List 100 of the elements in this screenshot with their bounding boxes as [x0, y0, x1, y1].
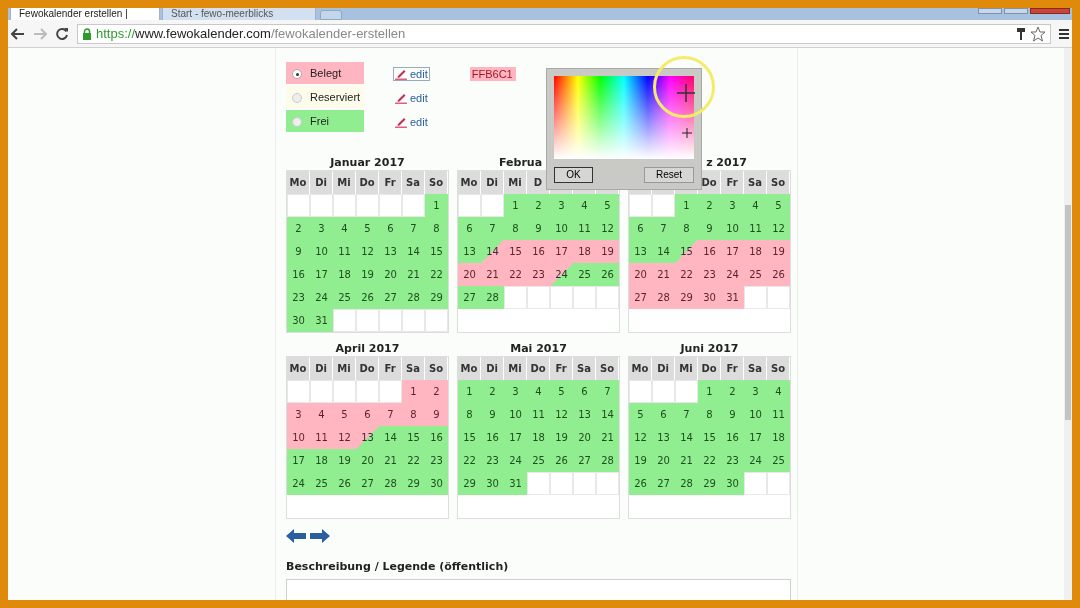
day-cell[interactable]: 15: [458, 426, 481, 449]
day-cell[interactable]: 19: [629, 449, 652, 472]
day-cell[interactable]: 22: [675, 263, 698, 286]
radio-button[interactable]: [292, 69, 302, 79]
day-cell[interactable]: 12: [629, 426, 652, 449]
day-cell[interactable]: 15: [504, 240, 527, 263]
day-cell[interactable]: 16: [287, 263, 310, 286]
day-cell[interactable]: 19: [333, 449, 356, 472]
day-cell[interactable]: 26: [629, 472, 652, 495]
day-cell[interactable]: 7: [596, 380, 619, 403]
day-cell[interactable]: 19: [356, 263, 379, 286]
day-cell[interactable]: 8: [675, 217, 698, 240]
day-cell[interactable]: 26: [333, 472, 356, 495]
day-cell[interactable]: 17: [721, 240, 744, 263]
day-cell[interactable]: 23: [698, 263, 721, 286]
day-cell[interactable]: 11: [333, 240, 356, 263]
color-spectrum[interactable]: [554, 76, 694, 159]
day-cell[interactable]: 12: [596, 217, 619, 240]
day-cell[interactable]: 15: [402, 426, 425, 449]
day-cell[interactable]: 13: [458, 240, 481, 263]
radio-button[interactable]: [292, 117, 302, 127]
day-cell[interactable]: 2: [527, 194, 550, 217]
day-cell[interactable]: 16: [527, 240, 550, 263]
day-cell[interactable]: 11: [310, 426, 333, 449]
day-cell[interactable]: 21: [402, 263, 425, 286]
day-cell[interactable]: 9: [721, 403, 744, 426]
day-cell[interactable]: 26: [767, 263, 790, 286]
day-cell[interactable]: 16: [721, 426, 744, 449]
day-cell[interactable]: 6: [573, 380, 596, 403]
day-cell[interactable]: 27: [652, 472, 675, 495]
day-cell[interactable]: 19: [767, 240, 790, 263]
day-cell[interactable]: 9: [481, 403, 504, 426]
day-cell[interactable]: 10: [287, 426, 310, 449]
day-cell[interactable]: 1: [425, 194, 448, 217]
day-cell[interactable]: 14: [675, 426, 698, 449]
day-cell[interactable]: 10: [721, 217, 744, 240]
day-cell[interactable]: 28: [652, 286, 675, 309]
key-icon[interactable]: [1016, 26, 1026, 41]
day-cell[interactable]: 13: [356, 426, 379, 449]
day-cell[interactable]: 25: [767, 449, 790, 472]
day-cell[interactable]: 15: [698, 426, 721, 449]
day-cell[interactable]: 10: [310, 240, 333, 263]
hex-value-field[interactable]: FFB6C1: [469, 67, 516, 81]
browser-tab[interactable]: Fewokalender erstellen |: [10, 8, 160, 20]
day-cell[interactable]: 15: [675, 240, 698, 263]
menu-icon[interactable]: [1059, 27, 1069, 40]
day-cell[interactable]: 3: [287, 403, 310, 426]
day-cell[interactable]: 22: [425, 263, 448, 286]
legend-item[interactable]: Reserviert: [286, 86, 364, 108]
day-cell[interactable]: 31: [310, 309, 333, 332]
radio-button[interactable]: [292, 93, 302, 103]
day-cell[interactable]: 9: [287, 240, 310, 263]
scrollbar-thumb[interactable]: [1065, 205, 1071, 420]
day-cell[interactable]: 20: [458, 263, 481, 286]
day-cell[interactable]: 28: [481, 286, 504, 309]
day-cell[interactable]: 2: [287, 217, 310, 240]
day-cell[interactable]: 25: [527, 449, 550, 472]
day-cell[interactable]: 30: [721, 472, 744, 495]
day-cell[interactable]: 25: [310, 472, 333, 495]
day-cell[interactable]: 6: [356, 403, 379, 426]
day-cell[interactable]: 27: [629, 286, 652, 309]
day-cell[interactable]: 17: [550, 240, 573, 263]
day-cell[interactable]: 7: [675, 403, 698, 426]
day-cell[interactable]: 8: [402, 403, 425, 426]
previous-arrow-icon[interactable]: [286, 529, 306, 543]
day-cell[interactable]: 16: [481, 426, 504, 449]
day-cell[interactable]: 9: [698, 217, 721, 240]
day-cell[interactable]: 14: [402, 240, 425, 263]
day-cell[interactable]: 25: [573, 263, 596, 286]
day-cell[interactable]: 10: [504, 403, 527, 426]
day-cell[interactable]: 7: [481, 217, 504, 240]
day-cell[interactable]: 15: [425, 240, 448, 263]
day-cell[interactable]: 22: [504, 263, 527, 286]
day-cell[interactable]: 7: [379, 403, 402, 426]
day-cell[interactable]: 23: [527, 263, 550, 286]
day-cell[interactable]: 28: [402, 286, 425, 309]
day-cell[interactable]: 24: [287, 472, 310, 495]
day-cell[interactable]: 30: [425, 472, 448, 495]
day-cell[interactable]: 20: [629, 263, 652, 286]
day-cell[interactable]: 29: [402, 472, 425, 495]
day-cell[interactable]: 16: [698, 240, 721, 263]
day-cell[interactable]: 19: [596, 240, 619, 263]
day-cell[interactable]: 7: [652, 217, 675, 240]
day-cell[interactable]: 3: [504, 380, 527, 403]
day-cell[interactable]: 17: [310, 263, 333, 286]
day-cell[interactable]: 1: [402, 380, 425, 403]
day-cell[interactable]: 18: [310, 449, 333, 472]
browser-tab[interactable]: Start - fewo-meerblicks: [162, 8, 316, 20]
day-cell[interactable]: 14: [481, 240, 504, 263]
day-cell[interactable]: 29: [425, 286, 448, 309]
day-cell[interactable]: 2: [721, 380, 744, 403]
legend-item[interactable]: Frei: [286, 110, 364, 132]
reset-button[interactable]: Reset: [644, 167, 694, 183]
day-cell[interactable]: 21: [675, 449, 698, 472]
day-cell[interactable]: 30: [698, 286, 721, 309]
day-cell[interactable]: 2: [698, 194, 721, 217]
day-cell[interactable]: 17: [504, 426, 527, 449]
edit-link[interactable]: edit: [393, 115, 430, 129]
day-cell[interactable]: 20: [573, 426, 596, 449]
day-cell[interactable]: 2: [481, 380, 504, 403]
